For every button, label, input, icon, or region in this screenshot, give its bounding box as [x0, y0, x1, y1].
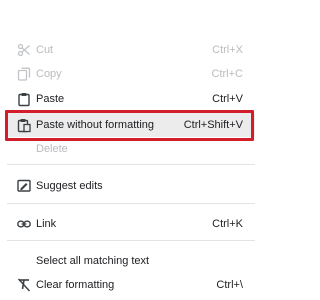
- copy-icon: [17, 67, 31, 81]
- menu-item-link[interactable]: Link Ctrl+K: [7, 212, 255, 236]
- menu-item-copy[interactable]: Copy Ctrl+C: [7, 62, 255, 86]
- menu-divider: [7, 203, 255, 204]
- suggest-edit-icon: [17, 179, 31, 192]
- clipboard-icon: [18, 93, 30, 107]
- menu-divider: [7, 240, 255, 241]
- menu-item-label: Delete: [36, 143, 68, 155]
- menu-item-select-all-matching[interactable]: Select all matching text: [7, 249, 255, 273]
- menu-item-cut[interactable]: Cut Ctrl+X: [7, 38, 255, 62]
- menu-item-label: Link: [36, 218, 57, 230]
- menu-item-shortcut: Ctrl+K: [212, 218, 243, 230]
- menu-divider: [7, 164, 255, 165]
- menu-item-label: Suggest edits: [36, 180, 103, 192]
- menu-item-shortcut: Ctrl+\: [216, 279, 243, 291]
- menu-item-suggest-edits[interactable]: Suggest edits: [7, 174, 255, 198]
- context-menu: Cut Ctrl+X Copy Ctrl+C Paste Ctrl+V Past…: [0, 0, 261, 300]
- menu-item-paste[interactable]: Paste Ctrl+V: [7, 87, 255, 111]
- clear-format-icon: [17, 278, 31, 292]
- menu-item-label: Cut: [36, 44, 54, 56]
- scissors-icon: [17, 43, 30, 57]
- menu-item-label: Paste: [36, 93, 65, 105]
- menu-item-label: Select all matching text: [36, 255, 150, 267]
- menu-item-shortcut: Ctrl+X: [212, 44, 243, 56]
- menu-item-shortcut: Ctrl+C: [211, 68, 243, 80]
- menu-item-shortcut: Ctrl+V: [212, 93, 243, 105]
- menu-item-label: Clear formatting: [36, 279, 115, 291]
- menu-item-clear-formatting[interactable]: Clear formatting Ctrl+\: [7, 273, 255, 297]
- menu-item-delete[interactable]: Delete: [7, 137, 255, 161]
- link-icon: [17, 220, 31, 228]
- menu-item-label: Copy: [36, 68, 62, 80]
